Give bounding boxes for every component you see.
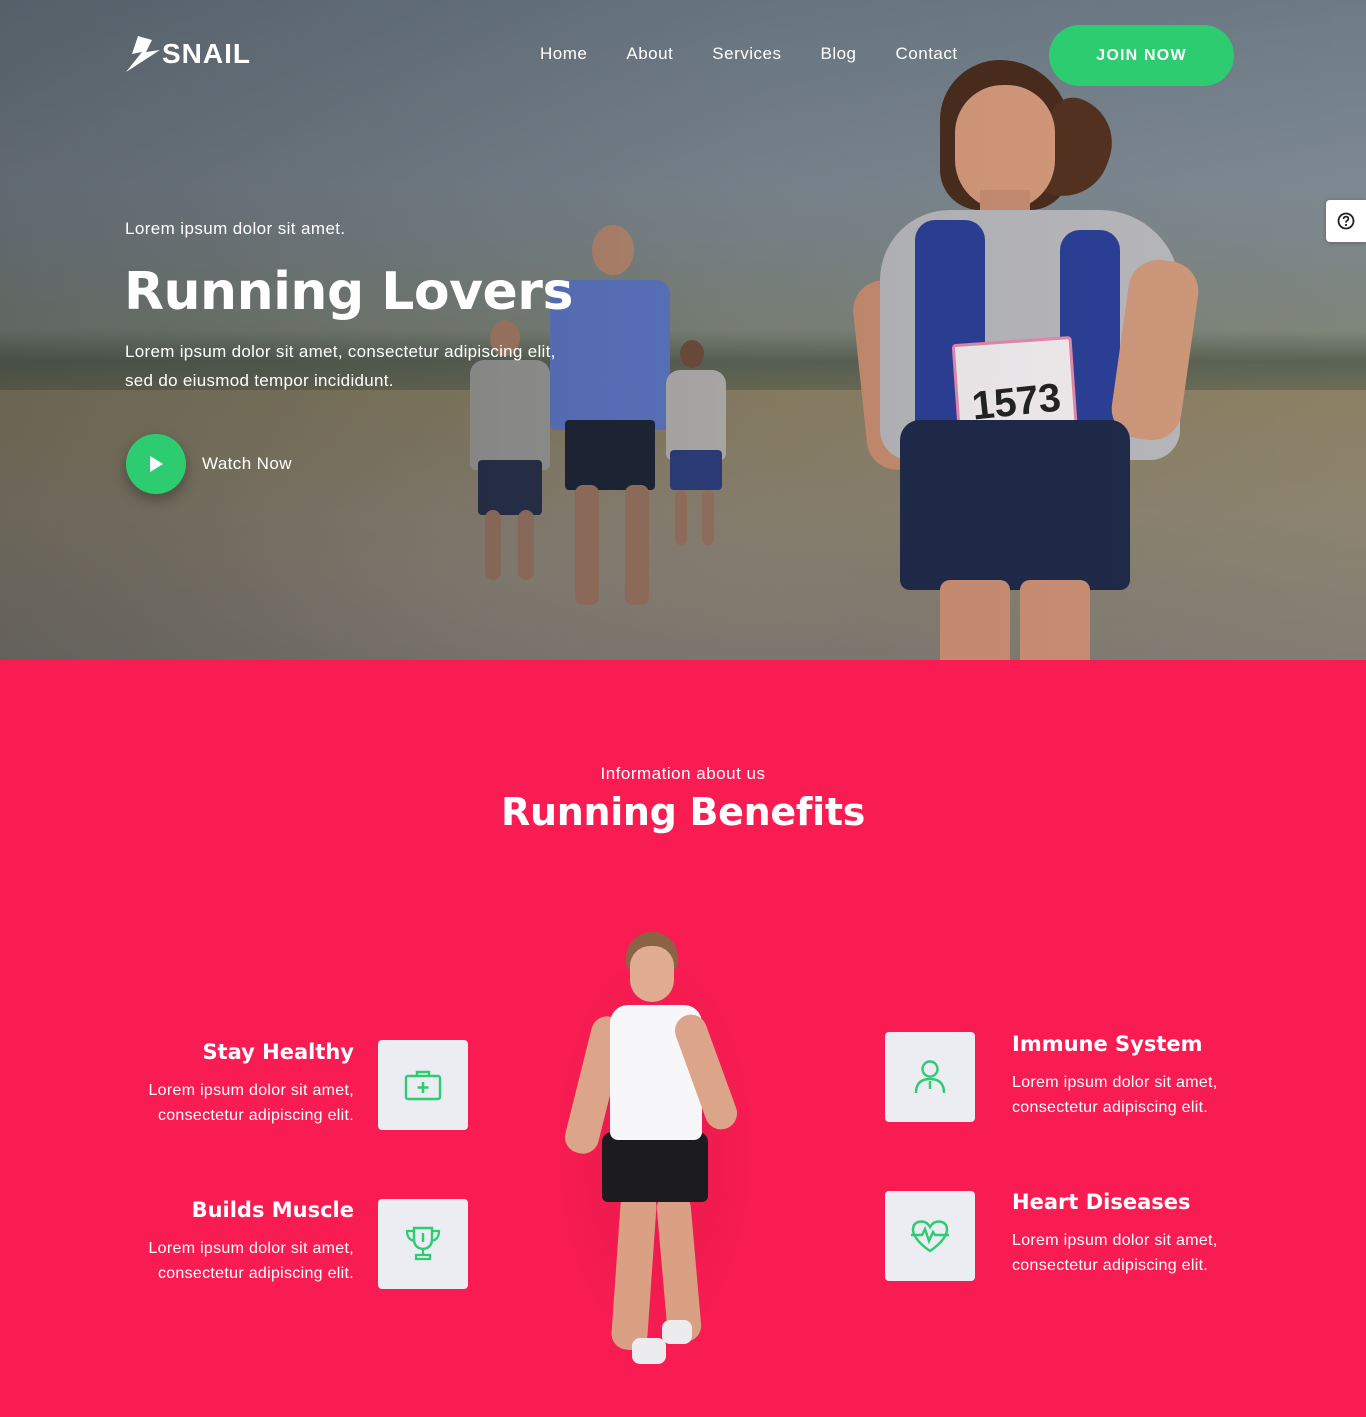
benefit-icon-box	[885, 1191, 975, 1281]
benefit-text: Lorem ipsum dolor sit amet, consectetur …	[1012, 1232, 1218, 1274]
benefit-stay-healthy: Stay Healthy Lorem ipsum dolor sit amet,…	[110, 1040, 354, 1128]
benefit-text: Lorem ipsum dolor sit amet, consectetur …	[148, 1082, 354, 1124]
medical-kit-icon	[404, 1070, 442, 1101]
nav-services[interactable]: Services	[712, 44, 781, 64]
benefit-builds-muscle: Builds Muscle Lorem ipsum dolor sit amet…	[110, 1198, 354, 1286]
benefits-section: Information about us Running Benefits St…	[0, 660, 1366, 1417]
section-subtitle: Information about us	[600, 764, 766, 783]
benefit-immune-system: Immune System Lorem ipsum dolor sit amet…	[1012, 1032, 1272, 1120]
benefit-title: Heart Diseases	[1012, 1190, 1191, 1214]
trophy-icon	[405, 1226, 441, 1261]
lightning-logo-icon	[126, 36, 160, 72]
join-now-button[interactable]: JOIN NOW	[1049, 25, 1234, 86]
watch-now-link[interactable]: Watch Now	[126, 434, 292, 494]
hero-title: Running Lovers	[124, 262, 573, 322]
hero-subtitle: Lorem ipsum dolor sit amet.	[125, 219, 346, 238]
nav-about[interactable]: About	[626, 44, 673, 64]
hero-description: Lorem ipsum dolor sit amet, consectetur …	[125, 342, 556, 390]
athlete-image	[540, 920, 770, 1380]
benefit-heart-diseases: Heart Diseases Lorem ipsum dolor sit ame…	[1012, 1190, 1272, 1278]
top-navigation: SNAIL Home About Services Blog Contact J…	[0, 0, 1366, 110]
section-title: Running Benefits	[500, 790, 866, 834]
benefit-icon-box	[885, 1032, 975, 1122]
watch-now-label[interactable]: Watch Now	[202, 454, 292, 474]
heart-pulse-icon	[911, 1220, 949, 1253]
benefit-text: Lorem ipsum dolor sit amet, consectetur …	[148, 1240, 354, 1282]
user-icon	[914, 1060, 946, 1094]
benefit-title: Immune System	[1012, 1032, 1203, 1056]
brand-name: SNAIL	[162, 38, 251, 69]
benefit-title: Stay Healthy	[202, 1040, 354, 1064]
benefit-title: Builds Muscle	[191, 1198, 354, 1222]
main-menu: Home About Services Blog Contact	[540, 44, 958, 64]
nav-contact[interactable]: Contact	[896, 44, 958, 64]
benefit-icon-box	[378, 1199, 468, 1289]
help-button[interactable]	[1326, 200, 1366, 242]
nav-home[interactable]: Home	[540, 44, 587, 64]
play-icon	[150, 456, 163, 472]
play-button[interactable]	[126, 434, 186, 494]
brand-logo[interactable]: SNAIL	[124, 34, 251, 74]
nav-blog[interactable]: Blog	[820, 44, 856, 64]
question-circle-icon	[1337, 212, 1355, 230]
benefit-text: Lorem ipsum dolor sit amet, consectetur …	[1012, 1074, 1218, 1116]
benefit-icon-box	[378, 1040, 468, 1130]
